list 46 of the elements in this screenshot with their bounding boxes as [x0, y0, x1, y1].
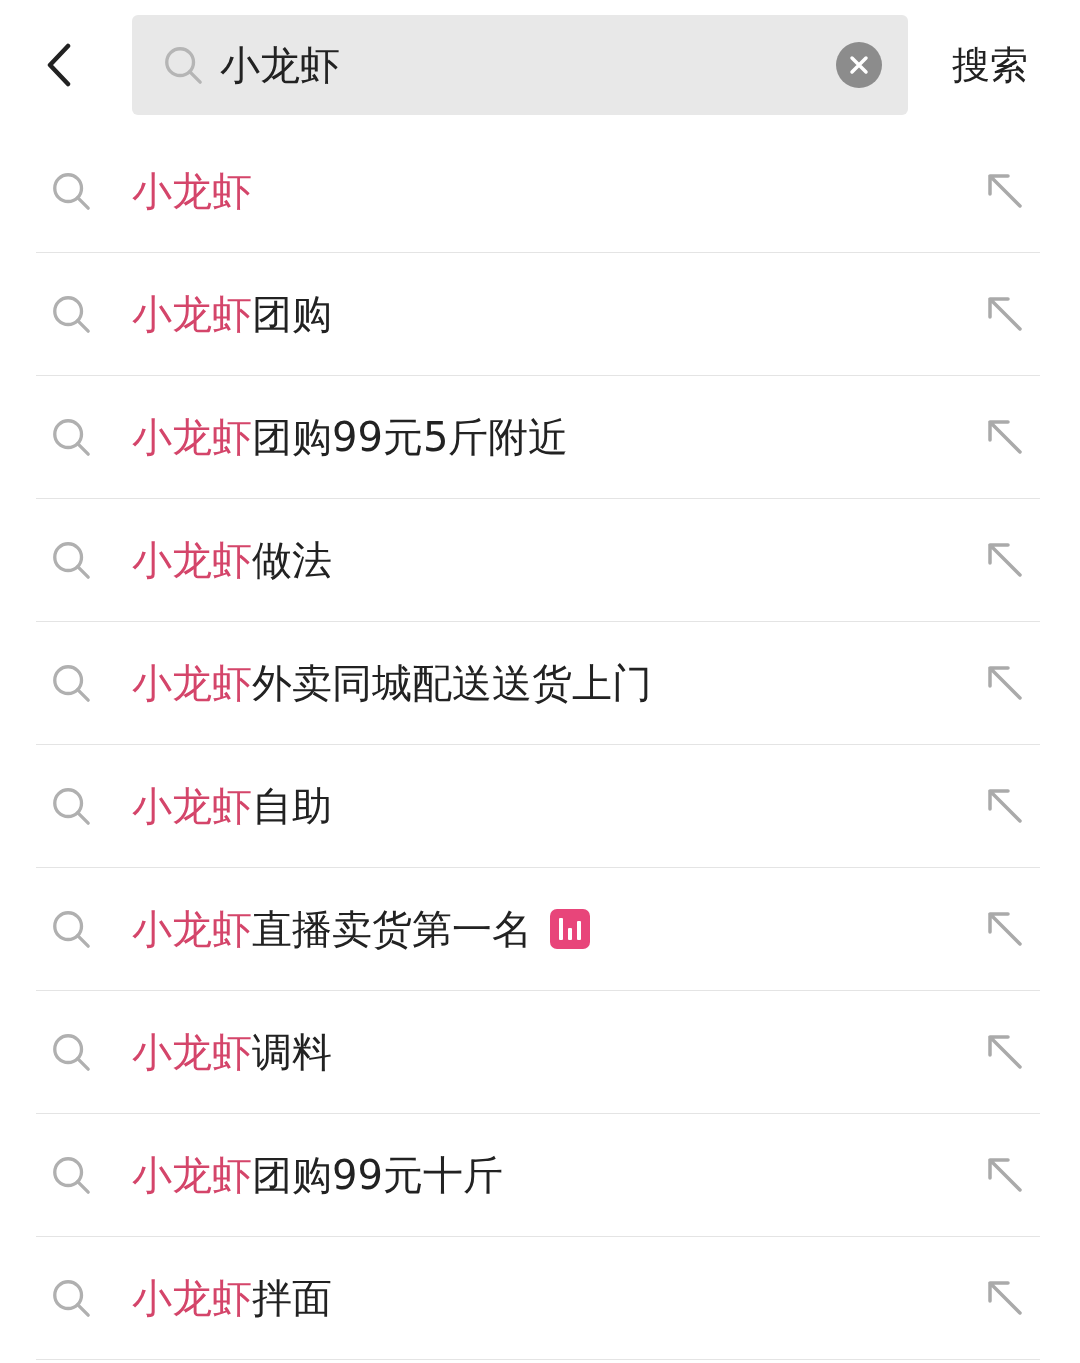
search-icon [50, 539, 92, 581]
fill-arrow-icon[interactable] [986, 664, 1024, 702]
search-field[interactable]: 小龙虾 [132, 15, 908, 115]
fill-arrow-icon[interactable] [986, 295, 1024, 333]
suggestion-text: 小龙虾调料 [132, 1027, 332, 1077]
back-icon[interactable] [46, 43, 72, 87]
search-icon [50, 1031, 92, 1073]
search-icon [50, 170, 92, 212]
suggestion-text: 小龙虾外卖同城配送送货上门 [132, 658, 652, 708]
search-button[interactable]: 搜索 [952, 39, 1028, 91]
fill-arrow-icon[interactable] [986, 1033, 1024, 1071]
fill-arrow-icon[interactable] [986, 418, 1024, 456]
suggestion-item[interactable]: 小龙虾团购 [36, 253, 1040, 376]
search-icon [50, 662, 92, 704]
suggestion-item[interactable]: 小龙虾调料 [36, 991, 1040, 1114]
search-icon [50, 416, 92, 458]
suggestion-item[interactable]: 小龙虾拌面 [36, 1237, 1040, 1360]
suggestion-text: 小龙虾团购99元5斤附近 [132, 412, 569, 462]
fill-arrow-icon[interactable] [986, 1279, 1024, 1317]
search-query: 小龙虾 [220, 40, 341, 90]
fill-arrow-icon[interactable] [986, 910, 1024, 948]
suggestion-item[interactable]: 小龙虾做法 [36, 499, 1040, 622]
suggestion-item[interactable]: 小龙虾团购99元十斤 [36, 1114, 1040, 1237]
suggestion-item[interactable]: 小龙虾外卖同城配送送货上门 [36, 622, 1040, 745]
search-icon [50, 1277, 92, 1319]
suggestion-text: 小龙虾自助 [132, 781, 332, 831]
suggestion-item[interactable]: 小龙虾直播卖货第一名 [36, 868, 1040, 991]
fill-arrow-icon[interactable] [986, 787, 1024, 825]
search-icon [50, 1154, 92, 1196]
suggestion-text: 小龙虾 [132, 166, 252, 216]
suggestion-item[interactable]: 小龙虾 [36, 130, 1040, 253]
search-icon [50, 293, 92, 335]
fill-arrow-icon[interactable] [986, 541, 1024, 579]
search-icon [50, 785, 92, 827]
search-icon [162, 44, 204, 86]
suggestion-item[interactable]: 小龙虾自助 [36, 745, 1040, 868]
suggestion-text: 小龙虾做法 [132, 535, 332, 585]
fill-arrow-icon[interactable] [986, 1156, 1024, 1194]
suggestion-item[interactable]: 小龙虾团购99元5斤附近 [36, 376, 1040, 499]
suggestion-text: 小龙虾团购 [132, 289, 332, 339]
suggestion-text: 小龙虾团购99元十斤 [132, 1150, 503, 1200]
suggestion-text: 小龙虾拌面 [132, 1273, 332, 1323]
search-icon [50, 908, 92, 950]
fill-arrow-icon[interactable] [986, 172, 1024, 210]
suggestion-text: 小龙虾直播卖货第一名 [132, 904, 532, 954]
clear-icon[interactable] [836, 42, 882, 88]
